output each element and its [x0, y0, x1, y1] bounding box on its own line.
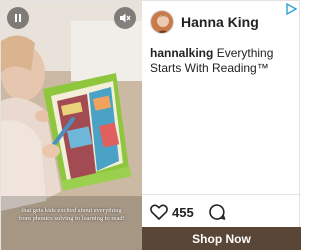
video-player[interactable]: that gets kids excited about everything … — [1, 1, 142, 250]
comment-icon[interactable] — [208, 203, 226, 221]
shop-now-button[interactable]: Shop Now — [142, 227, 301, 250]
pause-button[interactable] — [7, 7, 29, 29]
profile-name[interactable]: Hanna King — [181, 14, 259, 30]
avatar-image — [151, 11, 173, 33]
mute-button[interactable] — [114, 7, 136, 29]
post-handle[interactable]: hannalking — [150, 46, 213, 60]
heart-icon[interactable] — [150, 204, 168, 220]
divider — [142, 194, 301, 195]
post-panel: Hanna King hannalking Everything Starts … — [142, 1, 301, 250]
mute-icon — [120, 13, 131, 23]
like-count: 455 — [172, 204, 194, 220]
post-description: hannalking Everything Starts With Readin… — [150, 46, 298, 76]
pause-icon — [15, 14, 21, 22]
adchoices-icon[interactable] — [285, 3, 297, 15]
engagement-bar: 455 — [150, 202, 226, 222]
video-caption: that gets kids excited about everything … — [18, 207, 125, 222]
avatar[interactable] — [150, 10, 174, 34]
ad-container[interactable]: that gets kids excited about everything … — [0, 0, 301, 250]
profile-header[interactable]: Hanna King — [150, 9, 259, 35]
